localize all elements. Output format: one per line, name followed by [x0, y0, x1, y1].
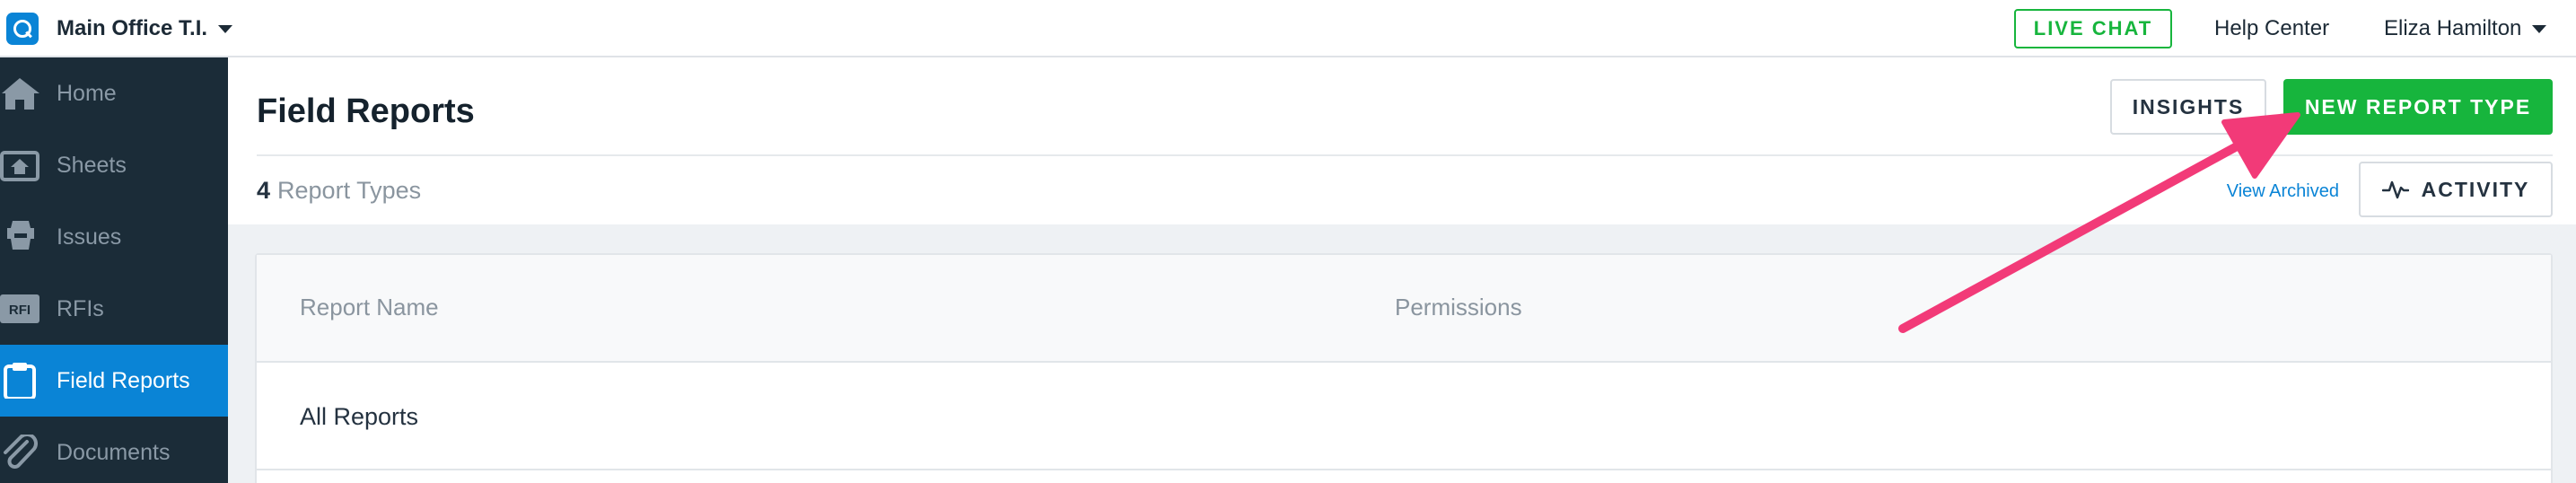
home-icon: [2, 78, 39, 110]
sidebar: Home Sheets Issues RFI RFIs Field Report…: [0, 57, 228, 483]
clipboard-icon: [4, 363, 36, 399]
sidebar-item-sheets[interactable]: Sheets: [0, 129, 228, 201]
column-header-report-name[interactable]: Report Name: [300, 291, 439, 323]
rfi-icon: RFI: [0, 294, 39, 323]
view-archived-link[interactable]: View Archived: [2185, 176, 2339, 206]
report-type-count: 4 Report Types: [257, 172, 421, 208]
help-center-link[interactable]: Help Center: [2214, 14, 2329, 43]
new-report-type-button[interactable]: NEW REPORT TYPE: [2283, 79, 2553, 135]
header-divider: [257, 154, 2553, 156]
activity-button[interactable]: ACTIVITY: [2359, 162, 2553, 217]
sheets-icon: [0, 151, 39, 181]
live-chat-button[interactable]: LIVE CHAT: [2014, 9, 2172, 48]
sidebar-item-documents[interactable]: Documents: [0, 417, 228, 483]
table-header-row: Report Name Permissions: [257, 255, 2551, 363]
page-title: Field Reports: [257, 92, 475, 130]
chevron-down-icon[interactable]: [218, 24, 233, 33]
sidebar-item-home[interactable]: Home: [0, 57, 228, 129]
rfi-icon-text: RFI: [9, 303, 31, 318]
sidebar-item-label: Issues: [57, 224, 122, 250]
report-types-table: Report Name Permissions All Reports: [255, 253, 2553, 483]
top-bar: Main Office T.I. LIVE CHAT Help Center E…: [0, 0, 2576, 57]
insights-button[interactable]: INSIGHTS: [2110, 79, 2266, 135]
activity-button-label: ACTIVITY: [2421, 177, 2530, 201]
activity-pulse-icon: [2381, 180, 2409, 199]
project-name[interactable]: Main Office T.I.: [57, 16, 207, 41]
report-count-label: Report Types: [277, 176, 422, 204]
sidebar-item-label: RFIs: [57, 295, 104, 321]
sidebar-item-label: Documents: [57, 439, 171, 465]
user-menu[interactable]: Eliza Hamilton: [2384, 14, 2547, 43]
sidebar-item-field-reports[interactable]: Field Reports: [0, 345, 228, 417]
sidebar-item-label: Sheets: [57, 152, 127, 178]
issues-icon: [7, 221, 34, 250]
chevron-down-icon[interactable]: [2532, 24, 2547, 33]
report-name-cell[interactable]: All Reports: [300, 400, 418, 433]
page-header: Field Reports INSIGHTS NEW REPORT TYPE 4…: [228, 57, 2576, 224]
project-switcher[interactable]: Main Office T.I.: [57, 14, 233, 43]
column-header-permissions[interactable]: Permissions: [1395, 291, 1522, 323]
sidebar-item-rfis[interactable]: RFI RFIs: [0, 273, 228, 345]
sidebar-item-label: Field Reports: [57, 367, 190, 393]
user-name[interactable]: Eliza Hamilton: [2384, 16, 2521, 41]
app-logo-icon[interactable]: [6, 13, 39, 45]
report-count-number: 4: [257, 176, 271, 204]
sidebar-item-issues[interactable]: Issues: [0, 201, 228, 273]
table-row[interactable]: All Reports: [257, 363, 2551, 470]
paperclip-icon: [4, 435, 38, 469]
sidebar-item-label: Home: [57, 80, 117, 106]
